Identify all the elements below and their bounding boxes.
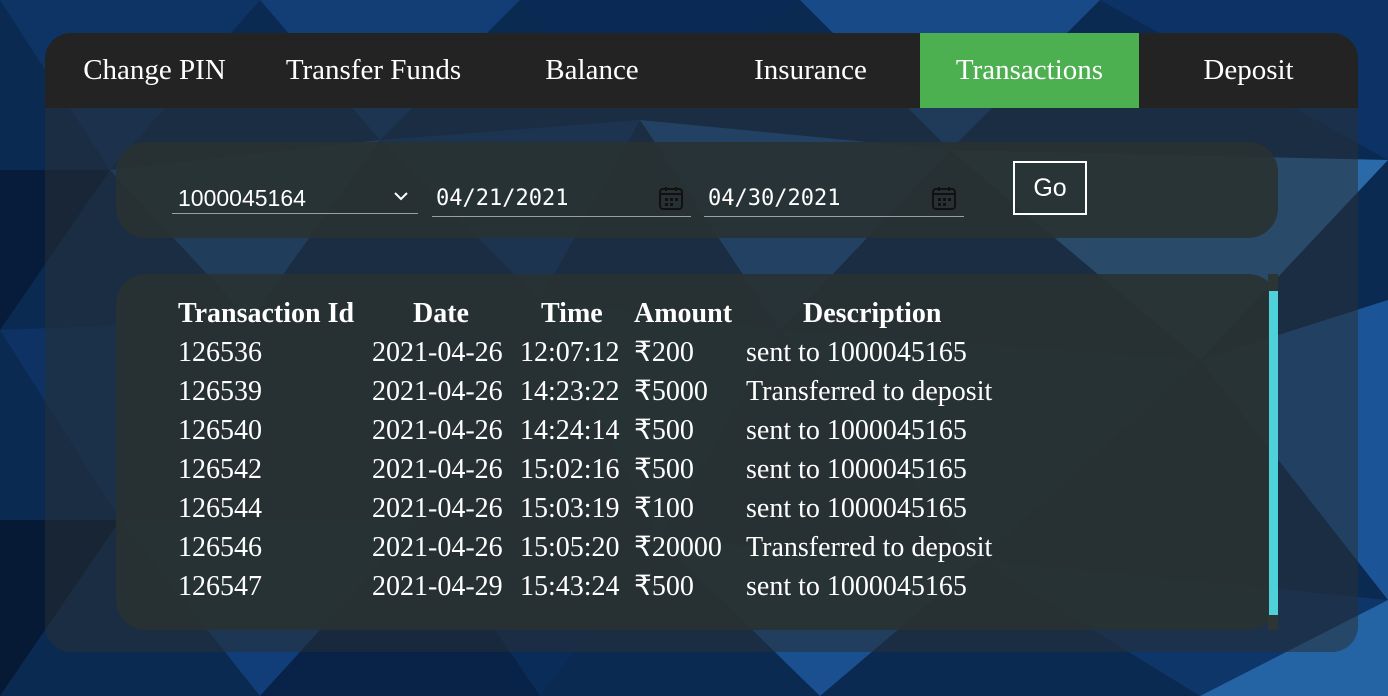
cell-description: sent to 1000045165 bbox=[746, 337, 967, 368]
cell-date: 2021-04-26 bbox=[372, 415, 503, 446]
cell-transaction-id: 126546 bbox=[178, 532, 262, 563]
cell-amount: ₹500 bbox=[634, 415, 694, 446]
cell-date: 2021-04-26 bbox=[372, 454, 503, 485]
chevron-down-icon bbox=[394, 192, 408, 201]
cell-time: 14:24:14 bbox=[520, 415, 620, 446]
cell-time: 15:43:24 bbox=[520, 571, 620, 602]
cell-description: Transferred to deposit bbox=[746, 376, 993, 407]
header-amount: Amount bbox=[634, 298, 733, 329]
cell-transaction-id: 126539 bbox=[178, 376, 262, 407]
cell-transaction-id: 126536 bbox=[178, 337, 262, 368]
cell-description: sent to 1000045165 bbox=[746, 493, 967, 524]
header-time: Time bbox=[541, 298, 603, 329]
cell-transaction-id: 126547 bbox=[178, 571, 262, 602]
top-navigation: Change PIN Transfer Funds Balance Insura… bbox=[45, 33, 1358, 108]
nav-tab-transfer-funds[interactable]: Transfer Funds bbox=[264, 33, 483, 108]
account-select[interactable]: 1000045164 bbox=[172, 183, 418, 214]
to-date-value: 04/30/2021 bbox=[708, 186, 841, 211]
header-transaction-id: Transaction Id bbox=[178, 298, 355, 329]
cell-date: 2021-04-26 bbox=[372, 337, 503, 368]
cell-time: 15:03:19 bbox=[520, 493, 620, 524]
from-date-value: 04/21/2021 bbox=[436, 186, 569, 211]
cell-date: 2021-04-26 bbox=[372, 532, 503, 563]
cell-time: 14:23:22 bbox=[520, 376, 620, 407]
cell-description: sent to 1000045165 bbox=[746, 415, 967, 446]
cell-amount: ₹20000 bbox=[634, 532, 722, 563]
cell-amount: ₹200 bbox=[634, 337, 694, 368]
cell-amount: ₹500 bbox=[634, 571, 694, 602]
calendar-icon[interactable] bbox=[930, 184, 958, 212]
from-date-input[interactable]: 04/21/2021 bbox=[432, 183, 691, 217]
cell-description: sent to 1000045165 bbox=[746, 571, 967, 602]
scrollbar-thumb[interactable] bbox=[1269, 291, 1278, 615]
nav-tab-change-pin[interactable]: Change PIN bbox=[45, 33, 264, 108]
cell-date: 2021-04-26 bbox=[372, 493, 503, 524]
cell-amount: ₹5000 bbox=[634, 376, 708, 407]
cell-time: 12:07:12 bbox=[520, 337, 620, 368]
nav-tab-insurance[interactable]: Insurance bbox=[701, 33, 920, 108]
cell-amount: ₹500 bbox=[634, 454, 694, 485]
to-date-input[interactable]: 04/30/2021 bbox=[704, 183, 964, 217]
header-description: Description bbox=[803, 298, 942, 329]
cell-date: 2021-04-29 bbox=[372, 571, 503, 602]
nav-tab-deposit[interactable]: Deposit bbox=[1139, 33, 1358, 108]
nav-tab-transactions[interactable]: Transactions bbox=[920, 33, 1139, 108]
filter-bar: 1000045164 04/21/2021 04/30/2021 Go bbox=[116, 142, 1278, 238]
cell-transaction-id: 126542 bbox=[178, 454, 262, 485]
cell-transaction-id: 126544 bbox=[178, 493, 262, 524]
cell-transaction-id: 126540 bbox=[178, 415, 262, 446]
header-date: Date bbox=[413, 298, 469, 329]
cell-time: 15:05:20 bbox=[520, 532, 620, 563]
account-select-value: 1000045164 bbox=[178, 185, 306, 211]
nav-tab-balance[interactable]: Balance bbox=[483, 33, 701, 108]
cell-description: Transferred to deposit bbox=[746, 532, 993, 563]
calendar-icon[interactable] bbox=[657, 184, 685, 212]
cell-time: 15:02:16 bbox=[520, 454, 620, 485]
cell-amount: ₹100 bbox=[634, 493, 694, 524]
cell-date: 2021-04-26 bbox=[372, 376, 503, 407]
go-button[interactable]: Go bbox=[1013, 161, 1087, 215]
cell-description: sent to 1000045165 bbox=[746, 454, 967, 485]
